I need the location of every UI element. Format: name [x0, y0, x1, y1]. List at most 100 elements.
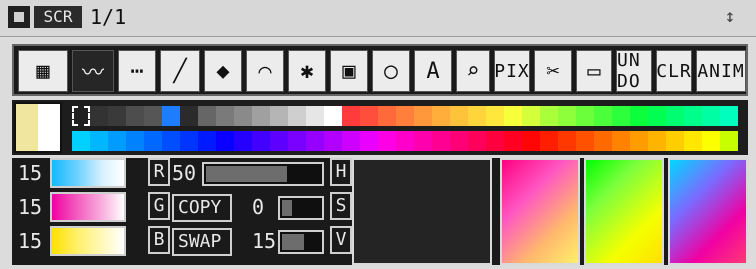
palette-swatch[interactable]	[90, 106, 108, 126]
palette-swatch[interactable]	[594, 106, 612, 126]
tool-curve[interactable]: ⌒	[246, 50, 284, 92]
palette-swatch[interactable]	[72, 106, 90, 126]
tool-rectangle[interactable]: ▣	[330, 50, 368, 92]
tool-fill[interactable]: ◆	[204, 50, 242, 92]
palette-swatch[interactable]	[414, 131, 432, 151]
tool-pix[interactable]: PIX	[494, 50, 530, 92]
palette-swatch[interactable]	[576, 131, 594, 151]
palette-swatch[interactable]	[126, 131, 144, 151]
copy-button[interactable]: COPY	[172, 194, 232, 222]
palette-swatch[interactable]	[162, 106, 180, 126]
palette-swatch[interactable]	[468, 106, 486, 126]
palette-swatch[interactable]	[648, 131, 666, 151]
palette-swatch[interactable]	[432, 106, 450, 126]
palette-swatch[interactable]	[612, 131, 630, 151]
palette-swatch[interactable]	[252, 106, 270, 126]
palette-swatch[interactable]	[72, 131, 90, 151]
palette-swatch[interactable]	[396, 131, 414, 151]
palette-swatch[interactable]	[144, 106, 162, 126]
tool-anim[interactable]: ANIM	[696, 50, 746, 92]
tool-dotted[interactable]: ⋯	[118, 50, 156, 92]
tool-undo[interactable]: UN DO	[616, 50, 652, 92]
palette-swatch[interactable]	[702, 106, 720, 126]
tool-erase[interactable]: ▭	[576, 50, 612, 92]
resize-icon[interactable]: ↕	[716, 5, 744, 29]
palette-swatch[interactable]	[270, 131, 288, 151]
palette-swatch[interactable]	[324, 106, 342, 126]
palette-swatch[interactable]	[342, 106, 360, 126]
copy-slider[interactable]	[278, 196, 324, 220]
palette-swatch[interactable]	[216, 106, 234, 126]
swap-button[interactable]: SWAP	[172, 228, 232, 256]
palette-swatch[interactable]	[306, 106, 324, 126]
palette-swatch[interactable]	[378, 106, 396, 126]
hue-box-1[interactable]	[500, 158, 580, 265]
palette-swatch[interactable]	[252, 131, 270, 151]
palette-swatch[interactable]	[288, 106, 306, 126]
palette-swatch[interactable]	[378, 131, 396, 151]
tool-brush-shapes[interactable]: ▦	[18, 50, 68, 92]
palette-swatch[interactable]	[450, 131, 468, 151]
palette-swatch[interactable]	[144, 131, 162, 151]
palette-swatch[interactable]	[666, 106, 684, 126]
gradient-cyan[interactable]	[50, 158, 126, 188]
hue-box-2[interactable]	[584, 158, 664, 265]
palette-swatch[interactable]	[342, 131, 360, 151]
palette-swatch[interactable]	[360, 106, 378, 126]
palette-swatch[interactable]	[702, 131, 720, 151]
palette-swatch[interactable]	[666, 131, 684, 151]
palette-swatch[interactable]	[270, 106, 288, 126]
tool-ellipse[interactable]: ◯	[372, 50, 410, 92]
palette-swatch[interactable]	[432, 131, 450, 151]
palette-swatch[interactable]	[180, 106, 198, 126]
palette-swatch[interactable]	[558, 106, 576, 126]
palette-swatch[interactable]	[486, 106, 504, 126]
palette-swatch[interactable]	[540, 106, 558, 126]
swap-slider[interactable]	[278, 230, 324, 254]
palette-swatch[interactable]	[558, 131, 576, 151]
palette-swatch[interactable]	[234, 131, 252, 151]
palette-swatch[interactable]	[522, 106, 540, 126]
palette-swatch[interactable]	[576, 106, 594, 126]
palette-swatch[interactable]	[180, 131, 198, 151]
palette-swatch[interactable]	[522, 131, 540, 151]
palette-swatch[interactable]	[108, 106, 126, 126]
palette-swatch[interactable]	[630, 131, 648, 151]
tool-line[interactable]: ╱	[160, 50, 200, 92]
palette-swatch[interactable]	[324, 131, 342, 151]
fg-bg-swatch[interactable]	[14, 102, 62, 153]
tool-clr[interactable]: CLR	[656, 50, 692, 92]
palette-swatch[interactable]	[396, 106, 414, 126]
palette-swatch[interactable]	[684, 106, 702, 126]
tool-freehand[interactable]: 〰	[72, 50, 114, 92]
palette-swatch[interactable]	[684, 131, 702, 151]
hue-box-3[interactable]	[668, 158, 748, 265]
tool-text[interactable]: A	[414, 50, 452, 92]
palette-swatch[interactable]	[198, 131, 216, 151]
tool-cut[interactable]: ✂	[534, 50, 572, 92]
gradient-yellow[interactable]	[50, 226, 126, 256]
palette-swatch[interactable]	[540, 131, 558, 151]
palette-swatch[interactable]	[720, 131, 738, 151]
palette-swatch[interactable]	[360, 131, 378, 151]
palette-swatch[interactable]	[486, 131, 504, 151]
palette-swatch[interactable]	[198, 106, 216, 126]
tool-airbrush[interactable]: ✱	[288, 50, 326, 92]
palette-swatch[interactable]	[90, 131, 108, 151]
palette-swatch[interactable]	[126, 106, 144, 126]
palette-swatch[interactable]	[288, 131, 306, 151]
tool-magnify[interactable]: ⌕	[456, 50, 490, 92]
palette-swatch[interactable]	[630, 106, 648, 126]
palette-swatch[interactable]	[612, 106, 630, 126]
palette-swatch[interactable]	[216, 131, 234, 151]
palette-swatch[interactable]	[108, 131, 126, 151]
palette-swatch[interactable]	[720, 106, 738, 126]
palette-swatch[interactable]	[504, 106, 522, 126]
palette-swatch[interactable]	[504, 131, 522, 151]
palette-swatch[interactable]	[414, 106, 432, 126]
palette-swatch[interactable]	[234, 106, 252, 126]
palette-swatch[interactable]	[450, 106, 468, 126]
palette-swatch[interactable]	[594, 131, 612, 151]
palette-swatch[interactable]	[648, 106, 666, 126]
gradient-magenta[interactable]	[50, 192, 126, 222]
